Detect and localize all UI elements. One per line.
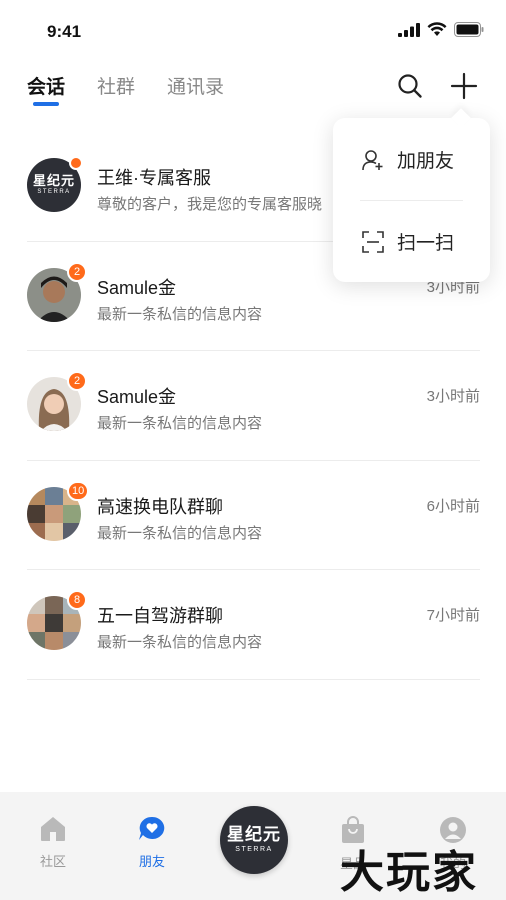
unread-badge: 2 <box>67 261 87 282</box>
conversation-name: Samule金 <box>97 387 177 407</box>
list-item[interactable]: 2 Samule金 最新一条私信的信息内容 3小时前 <box>27 351 480 461</box>
conversation-name: 高速换电队群聊 <box>97 496 223 517</box>
scan-label: 扫一扫 <box>397 233 455 254</box>
conversation-name: 王维·专属客服 <box>97 168 211 188</box>
conversation-preview: 最新一条私信的信息内容 <box>97 305 263 323</box>
add-user-icon <box>362 149 383 170</box>
conversation-time: 3小时前 <box>426 388 480 405</box>
popup-divider <box>360 200 463 201</box>
brand-logo-en: STERRA <box>235 845 273 853</box>
list-item[interactable]: 10 高速换电队群聊 最新一条私信的信息内容 6小时前 <box>27 461 480 570</box>
conversation-preview: 最新一条私信的信息内容 <box>97 634 263 651</box>
conversation-name: Samule金 <box>97 277 177 298</box>
tab-friends[interactable]: 朋友 <box>122 816 182 870</box>
conversation-preview: 最新一条私信的信息内容 <box>97 524 263 542</box>
status-icons <box>398 22 484 37</box>
tab-label: 朋友 <box>138 854 165 869</box>
heart-chat-icon <box>139 816 165 840</box>
scan-menu-item[interactable]: 扫一扫 <box>361 228 454 255</box>
list-item[interactable]: 8 五一自驾游群聊 最新一条私信的信息内容 7小时前 <box>27 570 480 680</box>
tab-contacts[interactable]: 通讯录 <box>167 72 224 108</box>
conversation-preview: 最新一条私信的信息内容 <box>97 415 263 432</box>
conversation-name: 五一自驾游群聊 <box>97 606 223 626</box>
top-tabs: 会话 社群 通讯录 <box>27 72 256 108</box>
wifi-icon <box>427 22 447 36</box>
brand-logo-cn: 星纪元 <box>227 824 281 844</box>
conversation-time: 7小时前 <box>426 607 480 624</box>
brand-logo-en: STERRA <box>37 188 71 195</box>
conversation-preview: 尊敬的客户，我是您的专属客服晓 <box>97 196 323 213</box>
home-icon <box>41 817 65 841</box>
brand-logo-cn: 星纪元 <box>32 172 75 188</box>
brand-center-button[interactable]: 星纪元 STERRA <box>220 806 288 874</box>
status-time: 9:41 <box>47 22 82 41</box>
signal-icon <box>398 22 420 37</box>
unread-badge: 8 <box>67 590 87 610</box>
tab-conversations[interactable]: 会话 <box>27 72 65 108</box>
add-friend-label: 加朋友 <box>397 151 455 172</box>
search-icon <box>398 74 422 98</box>
add-friend-menu-item[interactable]: 加朋友 <box>361 146 454 173</box>
unread-dot <box>69 156 83 170</box>
tab-communities[interactable]: 社群 <box>97 72 135 108</box>
add-menu-popup: 加朋友 扫一扫 <box>333 118 490 282</box>
watermark-text: 大玩家 <box>340 847 478 898</box>
header-actions <box>396 72 478 100</box>
tab-label: 社区 <box>39 854 66 869</box>
status-bar: 9:41 <box>0 0 506 60</box>
unread-badge: 10 <box>67 480 90 501</box>
scan-icon <box>362 230 384 253</box>
search-button[interactable] <box>396 72 424 100</box>
conversation-time: 6小时前 <box>426 497 480 515</box>
plus-icon <box>450 72 478 100</box>
battery-icon <box>454 22 484 37</box>
add-button[interactable] <box>450 72 478 100</box>
tab-community[interactable]: 社区 <box>23 816 83 870</box>
unread-badge: 2 <box>67 371 87 391</box>
